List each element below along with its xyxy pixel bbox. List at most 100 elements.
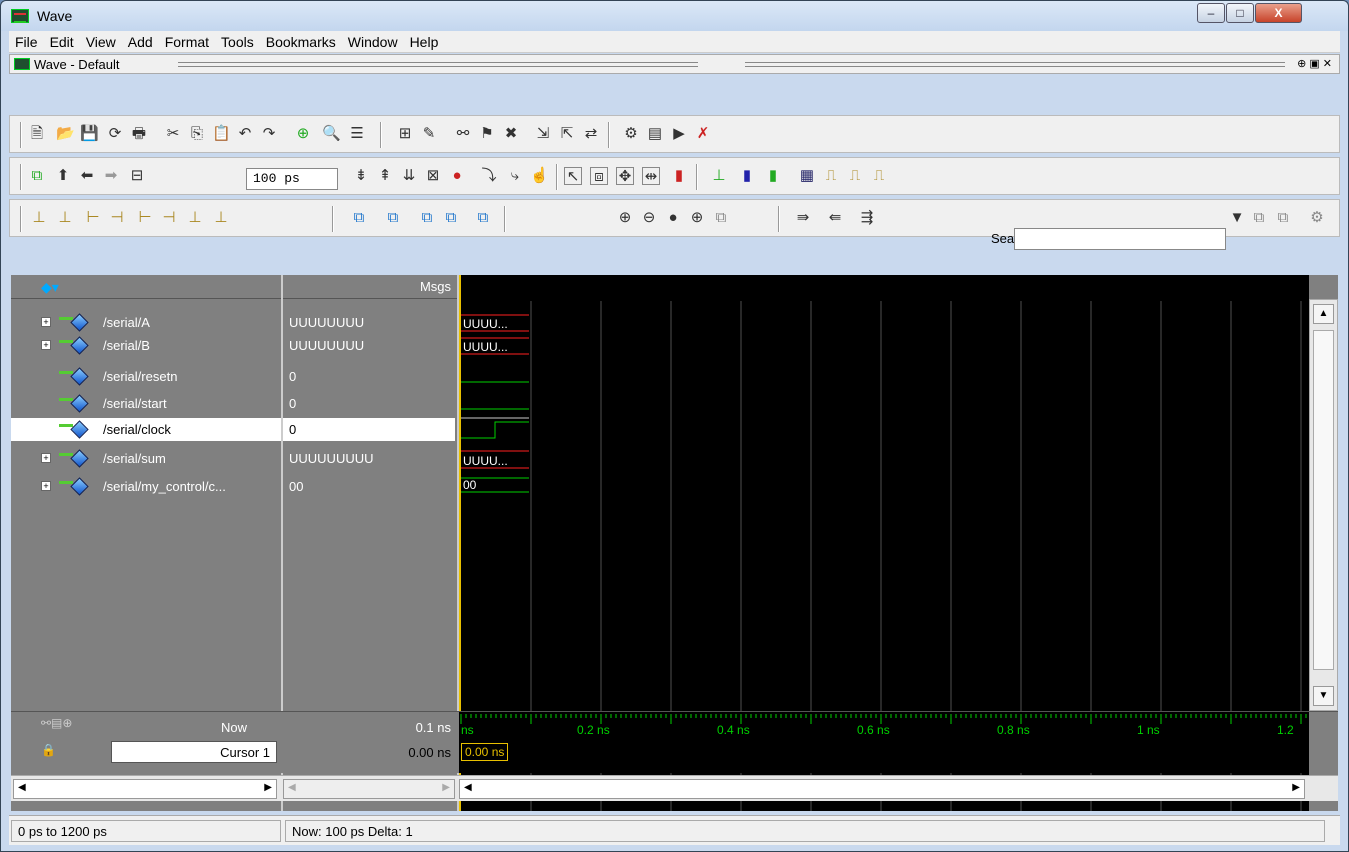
edge-a-icon[interactable]: ⊢ bbox=[136, 209, 154, 227]
list-icon[interactable]: ☰ bbox=[348, 125, 366, 143]
wave-tool-e-icon[interactable]: ✖ bbox=[502, 125, 520, 143]
edge-prev-fall-icon[interactable]: ⊥ bbox=[56, 209, 74, 227]
scroll-down-icon[interactable]: ▼ bbox=[1313, 686, 1334, 706]
edge-prev-rise-icon[interactable]: ⊥ bbox=[30, 209, 48, 227]
restart-icon[interactable]: ⧉ bbox=[28, 167, 46, 185]
open-folder-icon[interactable]: 📂 bbox=[56, 125, 75, 143]
print-icon[interactable]: 🖶 bbox=[130, 125, 148, 143]
select-pointer-icon[interactable]: ↖ bbox=[564, 167, 582, 185]
edge-d-icon[interactable]: ⊥ bbox=[212, 209, 230, 227]
search-dropdown-icon[interactable]: ▼ bbox=[1228, 209, 1246, 227]
signal-tools-icon[interactable]: ◆▾ bbox=[41, 279, 59, 296]
new-file-icon[interactable]: 🗎 bbox=[28, 125, 46, 143]
wave-grid-icon[interactable]: ▦ bbox=[798, 167, 816, 185]
signal-row[interactable]: + /serial/sum bbox=[11, 447, 281, 470]
save-icon[interactable]: 💾 bbox=[80, 125, 99, 143]
wave-style-bar-icon[interactable]: ▮ bbox=[738, 167, 756, 185]
cursor-tools-icon[interactable]: ⚯▤⊕ bbox=[41, 716, 72, 730]
edge-next-fall-icon[interactable]: ⊣ bbox=[108, 209, 126, 227]
delete-cursor-icon[interactable]: ⧉ bbox=[384, 209, 402, 227]
find-icon[interactable]: 🔍 bbox=[322, 125, 341, 143]
edge-next-rise-icon[interactable]: ⊢ bbox=[84, 209, 102, 227]
zoom-full-icon[interactable]: ● bbox=[664, 209, 682, 227]
trace-driver-icon[interactable]: ⇶ bbox=[858, 209, 876, 227]
cursor-badge[interactable]: 0.00 ns bbox=[461, 743, 509, 761]
scroll-up-icon[interactable]: ▲ bbox=[1313, 304, 1334, 324]
wave-tool-d-icon[interactable]: ⚑ bbox=[478, 125, 496, 143]
hand-icon[interactable]: ☝ bbox=[530, 167, 549, 185]
wave-tool-g-icon[interactable]: ⇱ bbox=[558, 125, 576, 143]
scroll-thumb[interactable] bbox=[1313, 330, 1334, 670]
expand-icon[interactable]: + bbox=[41, 481, 51, 491]
stop-icon[interactable]: ● bbox=[448, 167, 466, 185]
run-icon[interactable]: ⇟ bbox=[352, 167, 370, 185]
edge-c-icon[interactable]: ⊥ bbox=[186, 209, 204, 227]
cursor-list-icon[interactable]: ⧉ bbox=[442, 209, 460, 227]
zoom-cursor-icon[interactable]: ⊕ bbox=[688, 209, 706, 227]
cut-icon[interactable]: ✂ bbox=[164, 125, 182, 143]
wave-tool-f-icon[interactable]: ⇲ bbox=[534, 125, 552, 143]
wave-tool-a-icon[interactable]: ⊞ bbox=[396, 125, 414, 143]
zoom-range-icon[interactable]: ⧉ bbox=[712, 209, 730, 227]
expand-icon[interactable]: + bbox=[41, 453, 51, 463]
reload-icon[interactable]: ⟳ bbox=[106, 125, 124, 143]
wave-edge-a-icon[interactable]: ⎍ bbox=[822, 167, 840, 185]
wave-style-line-icon[interactable]: ⊥ bbox=[710, 167, 728, 185]
lock-icon[interactable]: 🔒 bbox=[41, 743, 56, 757]
menu-file[interactable]: File bbox=[9, 31, 44, 50]
menu-window[interactable]: Window bbox=[342, 31, 404, 50]
traffic-light-icon[interactable]: ▮ bbox=[670, 167, 688, 185]
wave-style-fill-icon[interactable]: ▮ bbox=[764, 167, 782, 185]
signal-row[interactable]: /serial/start bbox=[11, 392, 281, 415]
edge-b-icon[interactable]: ⊣ bbox=[160, 209, 178, 227]
wave-edge-b-icon[interactable]: ⎍ bbox=[846, 167, 864, 185]
wave-tool-c-icon[interactable]: ⚯ bbox=[454, 125, 472, 143]
zoom-box-icon[interactable]: ⧈ bbox=[590, 167, 608, 185]
run-all-icon[interactable]: ⇊ bbox=[400, 167, 418, 185]
redo-icon[interactable]: ↷ bbox=[260, 125, 278, 143]
run-length-input[interactable]: 100 ps bbox=[246, 168, 338, 190]
signal-row[interactable]: + /serial/A bbox=[11, 311, 281, 334]
menu-add[interactable]: Add bbox=[122, 31, 159, 50]
step-over-icon[interactable]: ⤷ bbox=[506, 167, 524, 185]
back-arrow-icon[interactable]: ⬅ bbox=[78, 167, 96, 185]
break-sim-icon[interactable]: ⊠ bbox=[424, 167, 442, 185]
wave-hscroll[interactable]: ◀ ▶ bbox=[459, 779, 1305, 799]
cursor-sync-icon[interactable]: ⧉ bbox=[474, 209, 492, 227]
forward-arrow-icon[interactable]: ➡ bbox=[102, 167, 120, 185]
paste-icon[interactable]: 📋 bbox=[212, 125, 231, 143]
copy-icon[interactable]: ⎘ bbox=[188, 125, 206, 143]
search-next-icon[interactable]: ⧉ bbox=[1274, 209, 1292, 227]
drag-grip[interactable] bbox=[178, 62, 698, 67]
break-icon[interactable]: ✗ bbox=[694, 125, 712, 143]
zoom-in-icon[interactable]: ⊕ bbox=[616, 209, 634, 227]
close-button[interactable]: X bbox=[1255, 3, 1302, 23]
minimize-button[interactable]: – bbox=[1197, 3, 1225, 23]
undo-icon[interactable]: ↶ bbox=[236, 125, 254, 143]
wave-tool-b-icon[interactable]: ✎ bbox=[420, 125, 438, 143]
menu-format[interactable]: Format bbox=[159, 31, 215, 50]
add-icon[interactable]: ⊕ bbox=[294, 125, 312, 143]
menu-edit[interactable]: Edit bbox=[44, 31, 80, 50]
wave-edge-c-icon[interactable]: ⎍ bbox=[870, 167, 888, 185]
names-hscroll[interactable]: ◀ ▶ bbox=[13, 779, 277, 799]
expand-icon[interactable]: + bbox=[41, 317, 51, 327]
run-length-icon[interactable]: ⊟ bbox=[128, 167, 146, 185]
lock-cursor-icon[interactable]: ⧉ bbox=[418, 209, 436, 227]
continue-icon[interactable]: ⇞ bbox=[376, 167, 394, 185]
drag-grip-right[interactable] bbox=[745, 62, 1285, 67]
step-icon[interactable]: ⤵ bbox=[480, 167, 498, 185]
wave-tool-h-icon[interactable]: ⇄ bbox=[582, 125, 600, 143]
signal-row[interactable]: /serial/resetn bbox=[11, 365, 281, 388]
menu-view[interactable]: View bbox=[80, 31, 122, 50]
signal-row-selected[interactable]: /serial/clock bbox=[11, 418, 281, 441]
simulate-icon[interactable]: ▶ bbox=[670, 125, 688, 143]
subwindow-controls-icon[interactable]: ⊕▣✕ bbox=[1297, 57, 1335, 70]
subwindow-title-bar[interactable]: Wave - Default ⊕▣✕ bbox=[9, 54, 1340, 74]
edit-cursor-icon[interactable]: ⇹ bbox=[642, 167, 660, 185]
trace-in-icon[interactable]: ⇛ bbox=[794, 209, 812, 227]
signal-row[interactable]: + /serial/my_control/c... bbox=[11, 475, 281, 498]
menu-help[interactable]: Help bbox=[404, 31, 445, 50]
trace-out-icon[interactable]: ⇚ bbox=[826, 209, 844, 227]
title-bar[interactable]: Wave – □ X bbox=[1, 1, 1348, 31]
